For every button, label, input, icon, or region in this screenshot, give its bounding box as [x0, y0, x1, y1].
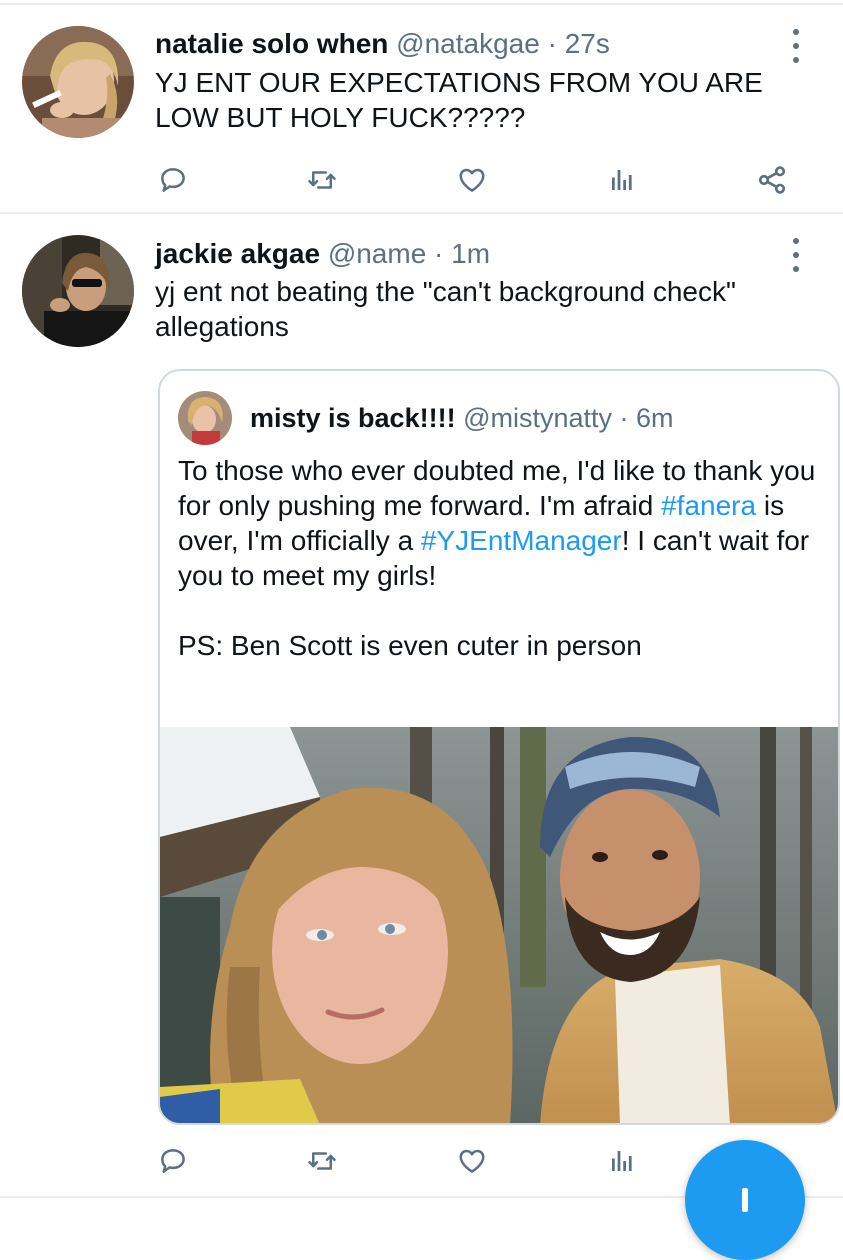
quoted-avatar[interactable] — [178, 391, 232, 445]
more-icon[interactable] — [791, 29, 801, 63]
compose-icon — [742, 1188, 748, 1212]
tweet-header: natalie solo when @natakgae · 27s — [155, 27, 610, 61]
reply-icon[interactable] — [153, 160, 193, 200]
timestamp[interactable]: 1m — [451, 238, 490, 269]
more-icon[interactable] — [791, 238, 801, 272]
display-name[interactable]: jackie akgae — [155, 238, 320, 269]
quoted-text: To those who ever doubted me, I'd like t… — [178, 453, 818, 663]
quoted-paragraph: To those who ever doubted me, I'd like t… — [178, 453, 818, 593]
reply-icon[interactable] — [153, 1141, 193, 1181]
compose-button[interactable] — [685, 1140, 805, 1260]
retweet-icon[interactable] — [302, 160, 342, 200]
tweet-header: jackie akgae @name · 1m — [155, 237, 490, 271]
separator: · — [539, 28, 565, 59]
avatar[interactable] — [22, 235, 134, 347]
top-divider — [0, 3, 843, 5]
quoted-handle[interactable]: @mistynatty — [463, 403, 612, 433]
analytics-icon[interactable] — [602, 160, 642, 200]
hashtag-link[interactable]: #YJEntManager — [421, 525, 622, 556]
like-icon[interactable] — [452, 160, 492, 200]
tweet-text: yj ent not beating the "can't background… — [155, 276, 736, 342]
quoted-display-name[interactable]: misty is back!!!! — [250, 403, 456, 433]
quoted-header: misty is back!!!! @mistynatty · 6m — [250, 401, 674, 435]
tweet-divider — [0, 212, 843, 214]
text-run: PS: Ben Scott is even cuter in person — [178, 630, 642, 661]
separator: · — [426, 238, 452, 269]
hashtag-link[interactable]: #fanera — [661, 490, 756, 521]
share-icon[interactable] — [752, 160, 792, 200]
analytics-icon[interactable] — [602, 1141, 642, 1181]
quoted-paragraph: PS: Ben Scott is even cuter in person — [178, 628, 818, 663]
tweet-actions — [0, 160, 843, 200]
quoted-photo[interactable] — [160, 727, 838, 1123]
timestamp[interactable]: 27s — [565, 28, 610, 59]
retweet-icon[interactable] — [302, 1141, 342, 1181]
quoted-timestamp[interactable]: 6m — [636, 403, 674, 433]
handle[interactable]: @natakgae — [396, 28, 540, 59]
avatar[interactable] — [22, 26, 134, 138]
quoted-tweet[interactable]: misty is back!!!! @mistynatty · 6m To th… — [158, 369, 840, 1125]
separator: · — [612, 403, 637, 433]
like-icon[interactable] — [452, 1141, 492, 1181]
display-name[interactable]: natalie solo when — [155, 28, 388, 59]
tweet-text: YJ ENT OUR EXPECTATIONS FROM YOU ARE LOW… — [155, 67, 763, 133]
handle[interactable]: @name — [328, 238, 426, 269]
